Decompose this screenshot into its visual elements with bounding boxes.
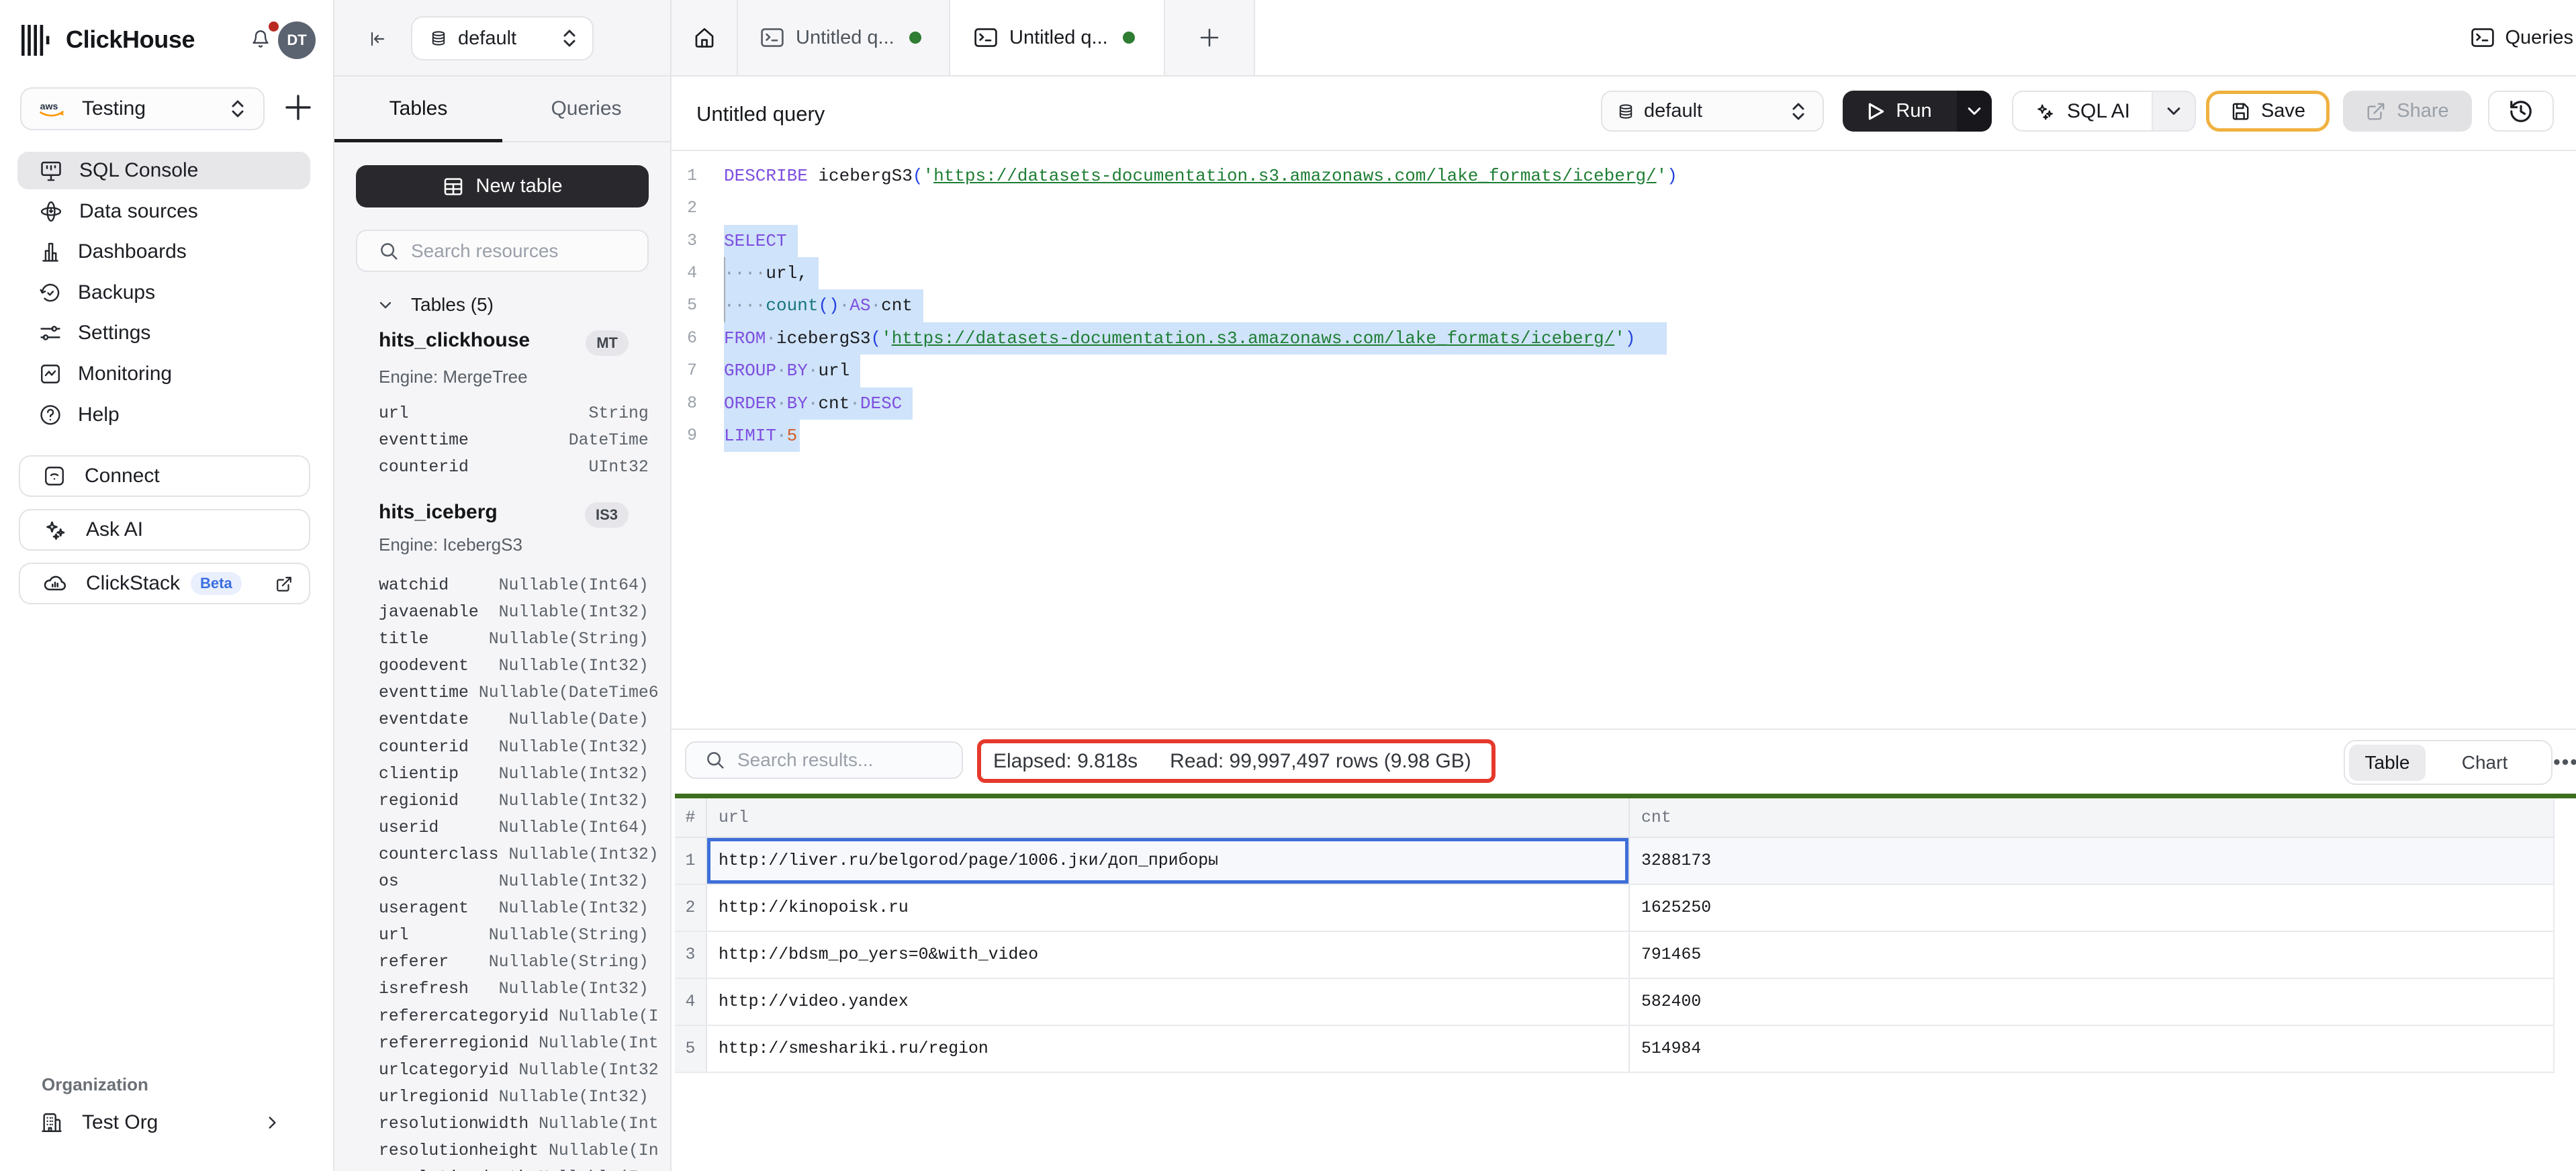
svg-text:aws: aws xyxy=(40,101,58,112)
